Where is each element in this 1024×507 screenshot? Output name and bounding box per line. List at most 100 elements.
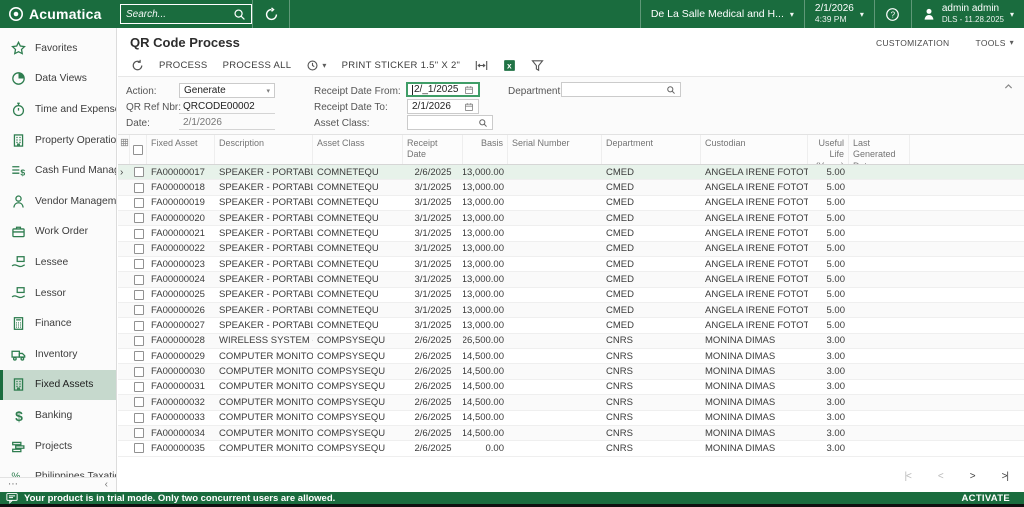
table-row[interactable]: FA00000023SPEAKER - PORTABLE ...COMNETEQ… <box>118 257 1024 272</box>
fit-width-button[interactable] <box>475 59 488 72</box>
lookup-icon[interactable] <box>478 118 488 128</box>
row-checkbox[interactable] <box>134 244 144 254</box>
table-row[interactable]: FA00000025SPEAKER - PORTABLE ...COMNETEQ… <box>118 288 1024 303</box>
col-asset-class[interactable]: Asset Class <box>313 135 403 164</box>
row-checkbox[interactable] <box>134 198 144 208</box>
receipt-date-to-field[interactable]: 2/1/2026 <box>407 99 479 114</box>
qr-ref-nbr-field[interactable]: QRCODE00002 <box>179 99 275 114</box>
receipt-date-from-field[interactable]: 2/_1/2025 <box>406 82 480 97</box>
sidebar-item-favorites[interactable]: Favorites <box>0 33 116 64</box>
sidebar-item-work-order[interactable]: Work Order <box>0 217 116 248</box>
row-checkbox[interactable] <box>134 229 144 239</box>
sidebar-item-property-operations[interactable]: Property Operations <box>0 125 116 156</box>
table-row[interactable]: ›FA00000017SPEAKER - PORTABLE ...COMNETE… <box>118 165 1024 180</box>
search-input[interactable] <box>126 9 233 20</box>
table-row[interactable]: FA00000029COMPUTER MONITOR - ...COMPSYSE… <box>118 349 1024 364</box>
customization-menu[interactable]: CUSTOMIZATION <box>876 38 949 48</box>
sidebar-item-banking[interactable]: $Banking <box>0 400 116 431</box>
recently-visited-button[interactable] <box>253 0 289 28</box>
table-row[interactable]: FA00000031COMPUTER MONITOR - ...COMPSYSE… <box>118 380 1024 395</box>
sidebar-item-inventory[interactable]: Inventory <box>0 339 116 370</box>
global-search[interactable] <box>120 4 252 24</box>
row-checkbox[interactable] <box>134 305 144 315</box>
schedule-button[interactable]: ▾ <box>306 59 326 72</box>
sidebar-item-projects[interactable]: Projects <box>0 431 116 462</box>
table-row[interactable]: FA00000034COMPUTER MONITOR - ...COMPSYSE… <box>118 426 1024 441</box>
filter-button[interactable] <box>531 59 544 72</box>
table-row[interactable]: FA00000019SPEAKER - PORTABLE ...COMNETEQ… <box>118 196 1024 211</box>
process-all-button[interactable]: PROCESS ALL <box>223 60 292 71</box>
row-checkbox[interactable] <box>134 413 144 423</box>
row-checkbox[interactable] <box>134 167 144 177</box>
first-page-button[interactable]: |< <box>904 471 910 482</box>
table-row[interactable]: FA00000018SPEAKER - PORTABLE ...COMNETEQ… <box>118 180 1024 195</box>
department-field[interactable] <box>561 82 681 97</box>
table-row[interactable]: FA00000035COMPUTER MONITOR - ...COMPSYSE… <box>118 441 1024 456</box>
tools-menu[interactable]: TOOLS▾ <box>976 38 1015 48</box>
select-all-checkbox[interactable] <box>133 145 143 155</box>
sidebar-item-vendor-management[interactable]: Vendor Management <box>0 186 116 217</box>
sidebar-item-lessor[interactable]: Lessor <box>0 278 116 309</box>
table-row[interactable]: FA00000030COMPUTER MONITOR - ...COMPSYSE… <box>118 364 1024 379</box>
row-checkbox[interactable] <box>134 336 144 346</box>
sidebar-item-finance[interactable]: Finance <box>0 308 116 339</box>
help-button[interactable]: ? <box>875 0 911 28</box>
row-checkbox[interactable] <box>134 428 144 438</box>
sidebar-item-cash-fund-manage[interactable]: $Cash Fund Manage... <box>0 155 116 186</box>
row-checkbox[interactable] <box>134 351 144 361</box>
row-checkbox[interactable] <box>134 321 144 331</box>
table-row[interactable]: FA00000033COMPUTER MONITOR - ...COMPSYSE… <box>118 411 1024 426</box>
sidebar-item-time-and-expenses[interactable]: Time and Expenses <box>0 94 116 125</box>
row-checkbox[interactable] <box>134 443 144 453</box>
table-row[interactable]: FA00000027SPEAKER - PORTABLE ...COMNETEQ… <box>118 318 1024 333</box>
row-checkbox[interactable] <box>134 213 144 223</box>
table-row[interactable]: FA00000026SPEAKER - PORTABLE ...COMNETEQ… <box>118 303 1024 318</box>
refresh-button[interactable] <box>131 59 144 72</box>
col-basis[interactable]: Basis <box>463 135 508 164</box>
sidebar-item-philippines-taxation[interactable]: %Philippines Taxation <box>0 461 116 477</box>
table-row[interactable]: FA00000032COMPUTER MONITOR - ...COMPSYSE… <box>118 395 1024 410</box>
calendar-icon[interactable] <box>464 85 474 95</box>
sidebar-item-lessee[interactable]: Lessee <box>0 247 116 278</box>
col-last-generated-date[interactable]: Last Generated Date <box>849 135 910 164</box>
col-fixed-asset[interactable]: Fixed Asset <box>147 135 215 164</box>
col-custodian[interactable]: Custodian <box>701 135 808 164</box>
row-checkbox[interactable] <box>134 259 144 269</box>
acumatica-logo[interactable]: Acumatica <box>0 0 118 28</box>
grid-settings-icon[interactable] <box>118 135 130 164</box>
prev-page-button[interactable]: < <box>938 471 943 482</box>
asset-class-field[interactable] <box>407 115 493 130</box>
table-row[interactable]: FA00000022SPEAKER - PORTABLE ...COMNETEQ… <box>118 242 1024 257</box>
sidebar-item-fixed-assets[interactable]: Fixed Assets <box>0 370 116 401</box>
last-page-button[interactable]: >| <box>1002 471 1008 482</box>
col-useful-life[interactable]: Useful Life (Years) <box>808 135 849 164</box>
collapse-panel-icon[interactable] <box>1003 81 1014 92</box>
row-checkbox[interactable] <box>134 397 144 407</box>
calendar-icon[interactable] <box>464 102 474 112</box>
process-button[interactable]: PROCESS <box>159 60 208 71</box>
activate-button[interactable]: ACTIVATE <box>962 493 1024 504</box>
row-checkbox[interactable] <box>134 382 144 392</box>
table-row[interactable]: FA00000024SPEAKER - PORTABLE ...COMNETEQ… <box>118 272 1024 287</box>
table-row[interactable]: FA00000028WIRELESS SYSTEM - B...COMPSYSE… <box>118 334 1024 349</box>
user-menu[interactable]: admin admin DLS - 11.28.2025 ▾ <box>912 0 1024 28</box>
business-date-selector[interactable]: 2/1/2026 4:39 PM ▾ <box>805 0 874 28</box>
row-checkbox[interactable] <box>134 275 144 285</box>
next-page-button[interactable]: > <box>970 471 975 482</box>
row-checkbox[interactable] <box>134 183 144 193</box>
tenant-selector[interactable]: De La Salle Medical and H... ▾ <box>641 0 804 28</box>
search-icon[interactable] <box>233 8 246 21</box>
action-select[interactable]: Generate ▾ <box>179 83 275 98</box>
col-receipt-date[interactable]: Receipt Date <box>403 135 463 164</box>
sidebar-more-button[interactable]: ⋯ <box>8 480 18 490</box>
col-serial-number[interactable]: Serial Number <box>508 135 602 164</box>
sidebar-collapse-icon[interactable]: ‹ <box>105 480 108 490</box>
export-excel-button[interactable]: x <box>503 59 516 72</box>
row-checkbox[interactable] <box>134 367 144 377</box>
table-row[interactable]: FA00000020SPEAKER - PORTABLE ...COMNETEQ… <box>118 211 1024 226</box>
table-row[interactable]: FA00000021SPEAKER - PORTABLE ...COMNETEQ… <box>118 226 1024 241</box>
sidebar-item-data-views[interactable]: Data Views <box>0 64 116 95</box>
row-checkbox[interactable] <box>134 290 144 300</box>
col-department[interactable]: Department <box>602 135 701 164</box>
lookup-icon[interactable] <box>666 85 676 95</box>
